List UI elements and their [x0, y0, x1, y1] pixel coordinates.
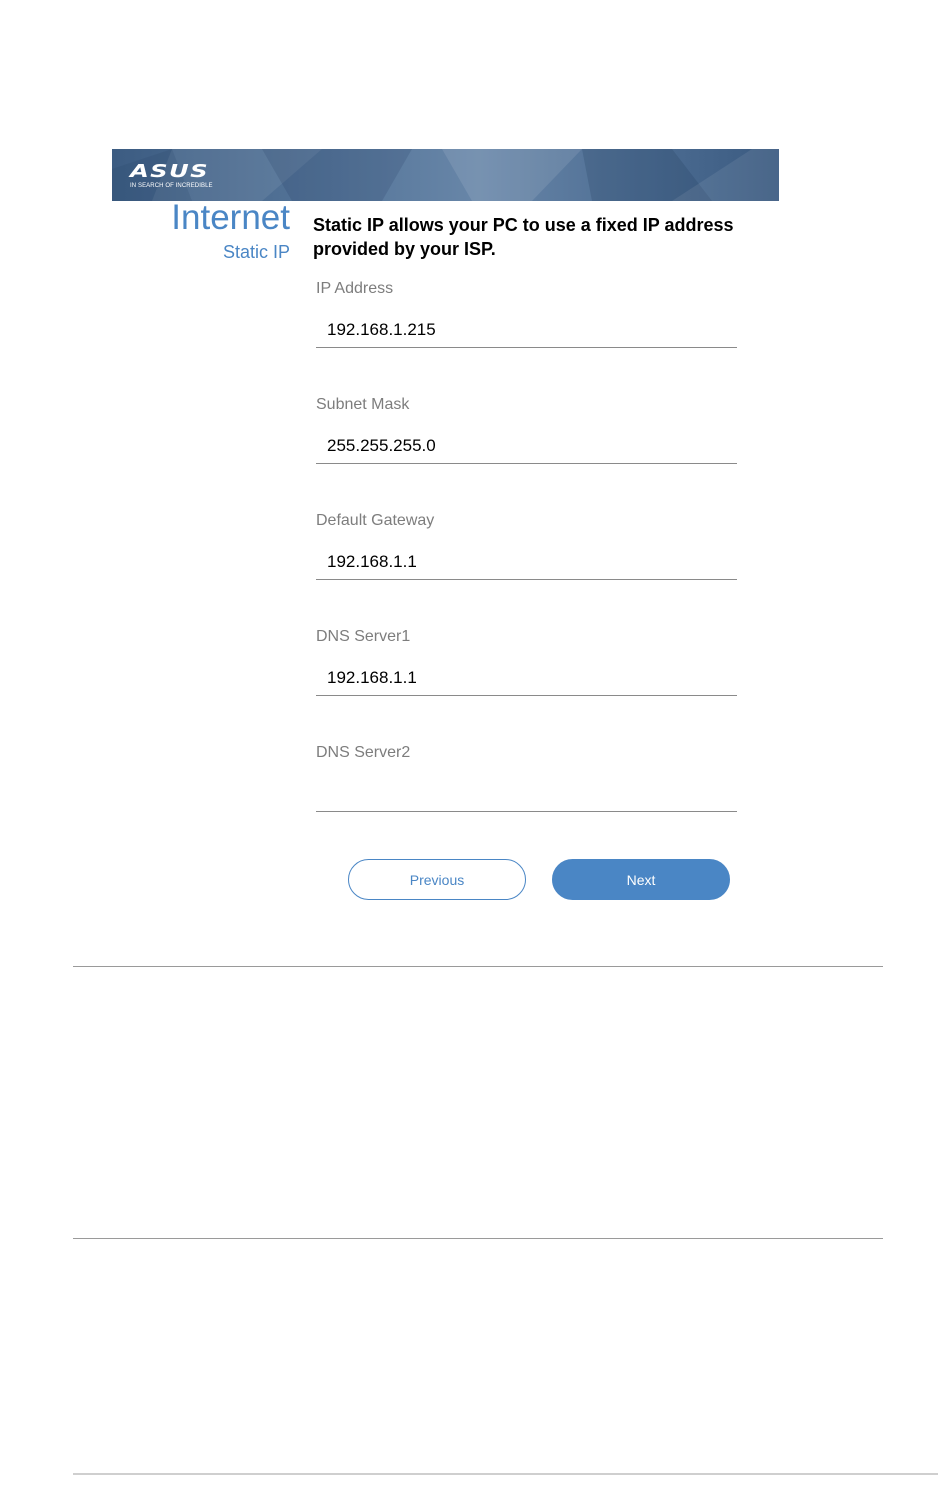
- brand-name: ASUS: [130, 161, 209, 182]
- footer-divider: [73, 1473, 938, 1475]
- page-title: Internet: [171, 198, 290, 237]
- header-banner: ASUS IN SEARCH OF INCREDIBLE: [112, 149, 779, 201]
- next-button[interactable]: Next: [552, 859, 730, 900]
- previous-button[interactable]: Previous: [348, 859, 526, 900]
- default-gateway-label: Default Gateway: [316, 512, 435, 529]
- dns-server1-label: DNS Server1: [316, 628, 411, 645]
- ip-address-input[interactable]: [316, 312, 737, 348]
- subnet-mask-input[interactable]: [316, 428, 737, 464]
- ip-address-field: IP Address: [316, 279, 737, 348]
- dns-server1-input[interactable]: [316, 660, 737, 696]
- subnet-mask-field: Subnet Mask: [316, 395, 737, 464]
- dns-server2-input[interactable]: [316, 776, 737, 812]
- brand-tagline: IN SEARCH OF INCREDIBLE: [130, 183, 213, 189]
- default-gateway-input[interactable]: [316, 544, 737, 580]
- dns-server2-label: DNS Server2: [316, 744, 411, 761]
- ip-address-label: IP Address: [316, 280, 394, 297]
- dns-server1-field: DNS Server1: [316, 627, 737, 696]
- dns-server2-field: DNS Server2: [316, 743, 737, 812]
- section-divider: [73, 966, 883, 967]
- subnet-mask-label: Subnet Mask: [316, 396, 410, 413]
- section-divider: [73, 1238, 883, 1239]
- asus-logo: ASUS IN SEARCH OF INCREDIBLE: [130, 163, 213, 190]
- default-gateway-field: Default Gateway: [316, 511, 737, 580]
- page-subtitle: Static IP: [222, 242, 290, 262]
- page-description: Static IP allows your PC to use a fixed …: [313, 215, 734, 259]
